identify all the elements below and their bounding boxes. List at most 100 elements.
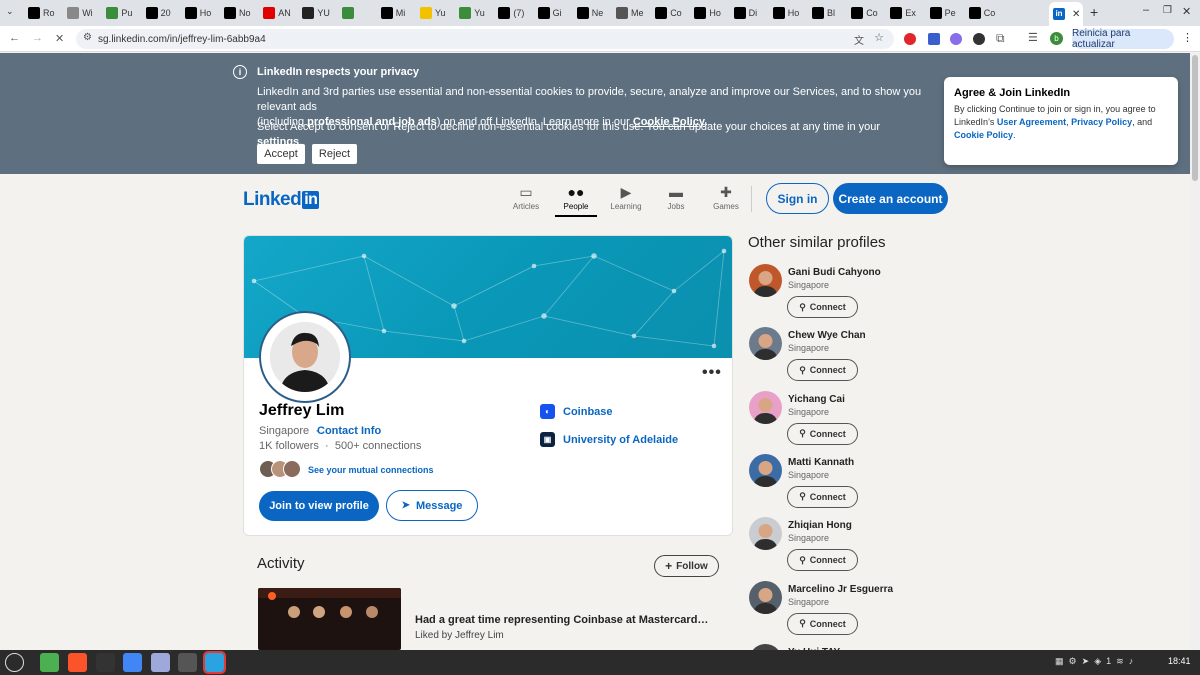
join-to-view-profile-button[interactable]: Join to view profile	[259, 491, 379, 521]
connect-button[interactable]: ⚲ Connect	[787, 549, 858, 572]
telegram-tray-icon[interactable]: ➤	[1082, 656, 1090, 666]
bookmark-star-icon[interactable]: ☆	[874, 31, 884, 44]
browser-tab[interactable]: Ne	[576, 4, 611, 22]
avatar[interactable]	[749, 390, 782, 424]
reject-button[interactable]: Reject	[312, 144, 357, 164]
browser-tab[interactable]: Co	[851, 4, 885, 22]
profile-name[interactable]: Zhiqian Hong	[788, 520, 852, 531]
nav-jobs[interactable]: ▬ Jobs	[656, 184, 696, 211]
clock[interactable]: 18:41	[1168, 656, 1191, 666]
profile-name[interactable]: Chew Wye Chan	[788, 330, 866, 341]
browser-tab[interactable]: Ex	[890, 4, 924, 22]
avatar[interactable]	[749, 580, 782, 614]
back-icon[interactable]: ←	[9, 32, 20, 44]
profile-name[interactable]: Matti Kannath	[788, 457, 854, 468]
new-tab-button[interactable]: +	[1090, 4, 1098, 20]
profile-name[interactable]: Yichang Cai	[788, 394, 845, 405]
translate-icon[interactable]: 文	[854, 32, 864, 47]
browser-tab[interactable]: Yu	[420, 4, 454, 22]
follow-button[interactable]: + Follow	[654, 555, 719, 577]
accept-button[interactable]: Accept	[257, 144, 305, 164]
extension-icon[interactable]	[950, 33, 962, 45]
experience-coinbase[interactable]: ◐ Coinbase	[540, 404, 613, 419]
nav-games[interactable]: ✚ Games	[706, 184, 746, 211]
mutual-connections-link[interactable]: See your mutual connections	[308, 465, 434, 475]
scrollbar-thumb[interactable]	[1192, 55, 1198, 181]
browser-tab[interactable]: Yu	[459, 4, 493, 22]
similar-profile[interactable]: Gani Budi Cahyono Singapore ⚲ Connect	[749, 264, 949, 324]
nav-articles[interactable]: ▭ Articles	[506, 184, 546, 211]
privacy-policy-link[interactable]: Privacy Policy	[1071, 117, 1132, 127]
connect-button[interactable]: ⚲ Connect	[787, 422, 858, 445]
avatar[interactable]	[749, 517, 782, 551]
connect-button[interactable]: ⚲ Connect	[787, 485, 858, 508]
browser-tab[interactable]: (7)	[498, 4, 532, 22]
files-icon[interactable]	[40, 653, 59, 672]
profile-avatar[interactable]: b	[1050, 32, 1063, 45]
browser-tab[interactable]: Ro	[28, 4, 62, 22]
telegram-icon[interactable]	[203, 651, 226, 674]
tab-groups-icon[interactable]: ☰	[1028, 31, 1038, 44]
similar-profile[interactable]: Matti Kannath Singapore ⚲ Connect	[749, 453, 949, 514]
activity-thumbnail[interactable]	[258, 588, 401, 650]
scrollbar[interactable]	[1190, 53, 1200, 650]
browser-tab[interactable]: Di	[733, 4, 768, 22]
browser-tab[interactable]	[341, 4, 376, 22]
opera-ext-icon[interactable]	[904, 33, 916, 45]
more-options-icon[interactable]: •••	[702, 364, 722, 382]
screenshot-icon[interactable]: ▦	[1055, 656, 1064, 666]
browser-menu-icon[interactable]: ⋮	[1182, 31, 1193, 44]
contact-info-link[interactable]: Contact Info	[317, 425, 381, 437]
profile-name[interactable]: Marcelino Jr Esguerra	[788, 584, 893, 595]
connect-button[interactable]: ⚲ Connect	[787, 296, 858, 318]
browser-tab[interactable]: Pe	[929, 4, 964, 22]
connect-button[interactable]: ⚲ Connect	[787, 612, 858, 635]
mutual-avatars[interactable]	[259, 460, 301, 478]
stop-icon[interactable]: ✕	[55, 32, 64, 45]
activity-post-title[interactable]: Had a great time representing Coinbase a…	[415, 614, 708, 626]
updates-icon[interactable]: ⚙	[1069, 656, 1077, 666]
browser-tab[interactable]: 20	[145, 4, 180, 22]
browser-tab[interactable]: No	[224, 4, 258, 22]
create-account-button[interactable]: Create an account	[833, 183, 948, 214]
profile-photo[interactable]	[261, 313, 349, 401]
wifi-icon[interactable]: ≋	[1116, 656, 1124, 666]
browser-tab[interactable]: Ho	[694, 4, 728, 22]
maximize-icon[interactable]: ❐	[1163, 5, 1172, 16]
avatar[interactable]	[749, 327, 782, 361]
similar-profile[interactable]: Zhiqian Hong Singapore ⚲ Connect	[749, 517, 949, 577]
close-window-icon[interactable]: ✕	[1182, 5, 1191, 18]
cookie-policy-link[interactable]: Cookie Policy	[954, 130, 1013, 140]
browser-tab[interactable]: Ho	[184, 4, 219, 22]
education-adelaide[interactable]: ▣ University of Adelaide	[540, 432, 678, 447]
volume-icon[interactable]: ♪	[1129, 656, 1134, 666]
linkedin-logo[interactable]: Linked in	[243, 189, 320, 211]
browser-tab[interactable]: Mi	[380, 4, 415, 22]
user-agreement-link[interactable]: User Agreement	[997, 117, 1066, 127]
site-info-icon[interactable]: ⚙	[83, 32, 92, 43]
browser-tab[interactable]: AN	[263, 4, 297, 22]
nav-learning[interactable]: ▶ Learning	[606, 184, 646, 211]
similar-profile[interactable]: Yichang Cai Singapore ⚲ Connect	[749, 390, 949, 451]
browser-tab[interactable]: Gi	[537, 4, 572, 22]
sign-in-button[interactable]: Sign in	[766, 183, 829, 214]
extension-icon[interactable]	[928, 33, 940, 45]
shield-icon[interactable]: ◈	[1094, 656, 1101, 666]
forward-icon[interactable]: →	[32, 32, 43, 44]
browser-tab[interactable]: Wi	[67, 4, 101, 22]
avatar[interactable]	[749, 453, 782, 487]
avatar[interactable]	[749, 264, 782, 297]
mint-menu-icon[interactable]	[5, 653, 24, 672]
browser-tab[interactable]: YU	[302, 4, 336, 22]
restart-to-update-button[interactable]: Reinicia para actualizar	[1072, 28, 1174, 50]
tab-search-icon[interactable]: ⌄	[6, 6, 14, 17]
nav-people[interactable]: ●● People	[555, 184, 597, 217]
similar-profile[interactable]: Marcelino Jr Esguerra Singapore ⚲ Connect	[749, 580, 949, 641]
browser-tab[interactable]: Co	[655, 4, 689, 22]
browser-tab[interactable]: Co	[968, 4, 1003, 22]
close-tab-icon[interactable]: ✕	[1072, 9, 1080, 20]
chrome-icon[interactable]	[123, 653, 142, 672]
minimize-icon[interactable]: –	[1143, 4, 1149, 16]
brave-icon[interactable]	[68, 653, 87, 672]
extension-icon[interactable]	[973, 33, 985, 45]
